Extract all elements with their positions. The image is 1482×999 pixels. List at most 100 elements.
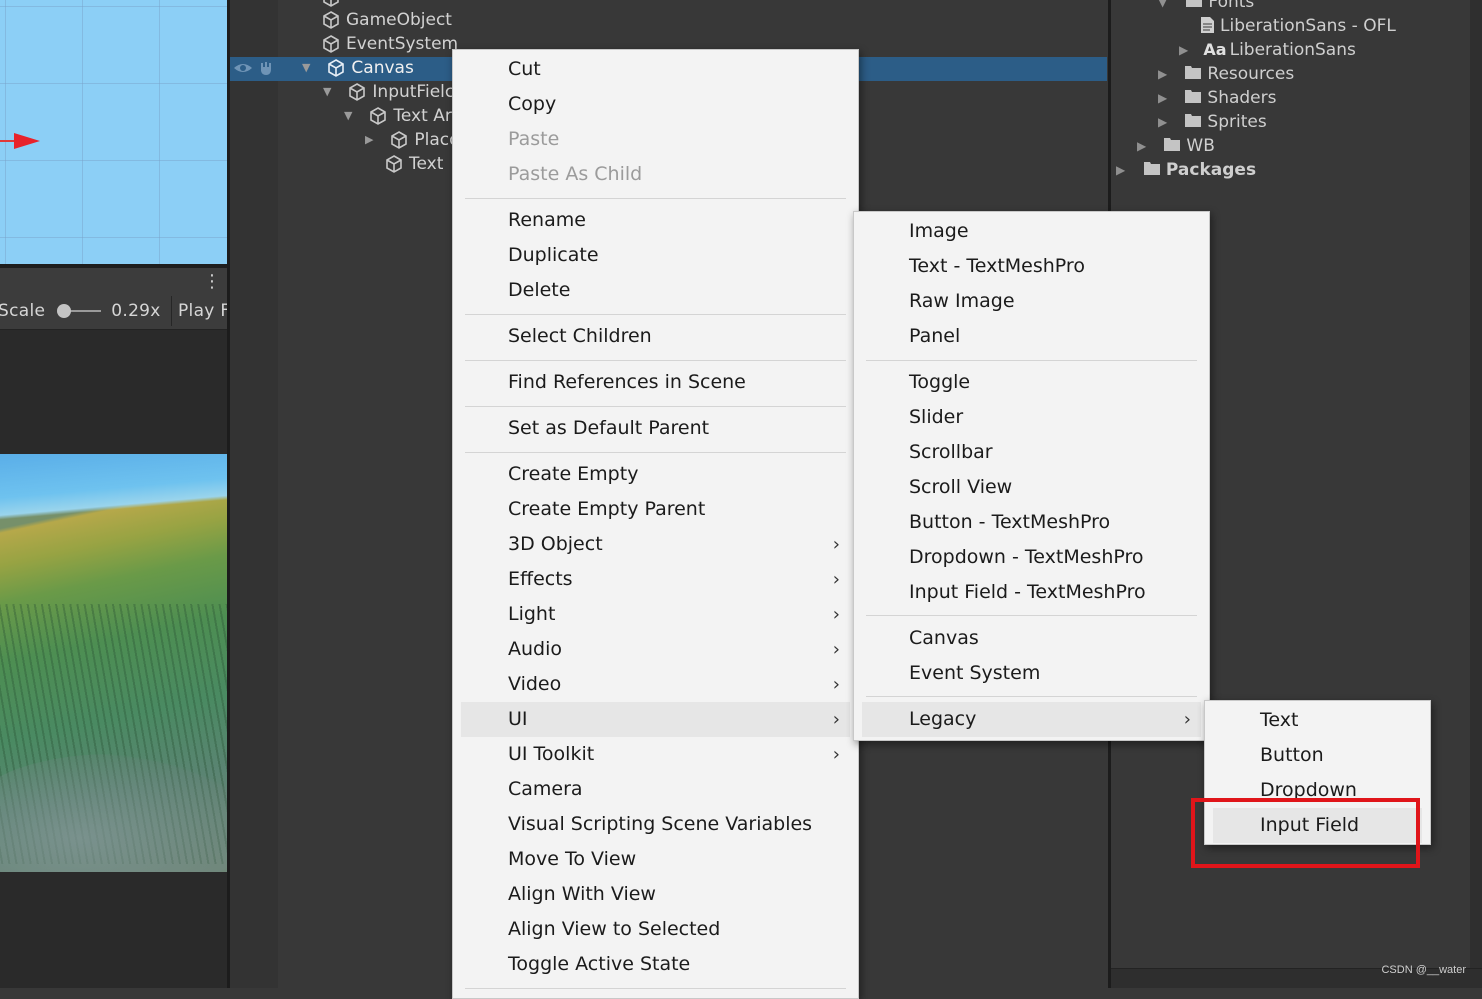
hierarchy-visibility-gutter [230, 0, 278, 988]
submenu-item-legacy[interactable]: Legacy › [862, 702, 1201, 737]
menu-item-toggle-active-state[interactable]: Toggle Active State [461, 947, 850, 982]
hierarchy-row-placeholder[interactable]: ▶ Placo [363, 128, 460, 152]
gameobject-cube-icon [323, 11, 339, 29]
menu-item-label: Audio [508, 638, 563, 660]
expand-arrow-down-icon[interactable]: ▼ [323, 80, 331, 104]
project-row-packages[interactable]: ▶ Packages [1116, 158, 1256, 182]
menu-item-copy[interactable]: Copy [461, 87, 850, 122]
menu-item-delete[interactable]: Delete [461, 273, 850, 308]
hierarchy-row-text-area[interactable]: ▼ Text Ar [342, 104, 452, 128]
move-gizmo-x-arrow-icon[interactable] [0, 132, 44, 150]
project-row-liberationsans[interactable]: ▶ Aa LiberationSans [1179, 38, 1356, 62]
expand-arrow-right-icon[interactable]: ▶ [1158, 110, 1167, 134]
submenu-item-dropdown-textmeshpro[interactable]: Dropdown - TextMeshPro [862, 540, 1201, 575]
terrain-path [0, 754, 227, 872]
submenu-item-text-textmeshpro[interactable]: Text - TextMeshPro [862, 249, 1201, 284]
submenu-item-raw-image[interactable]: Raw Image [862, 284, 1201, 319]
menu-item-align-with-view[interactable]: Align With View [461, 877, 850, 912]
menu-item-light[interactable]: Light › [461, 597, 850, 632]
submenu-item-scroll-view[interactable]: Scroll View [862, 470, 1201, 505]
menu-item-find-references[interactable]: Find References in Scene [461, 365, 850, 400]
menu-item-align-view-to-selected[interactable]: Align View to Selected [461, 912, 850, 947]
project-scrollbar[interactable] [1470, 0, 1482, 968]
menu-item-3d-object[interactable]: 3D Object › [461, 527, 850, 562]
menu-item-audio[interactable]: Audio › [461, 632, 850, 667]
menu-item-cut[interactable]: Cut [461, 52, 850, 87]
menu-separator [465, 314, 846, 315]
more-options-icon[interactable]: ⋮ [203, 272, 221, 292]
menu-item-video[interactable]: Video › [461, 667, 850, 702]
menu-item-set-default-parent[interactable]: Set as Default Parent [461, 411, 850, 446]
font-asset-icon: Aa [1203, 40, 1227, 59]
project-row-liberationsans-ofl[interactable]: LiberationSans - OFL [1200, 14, 1396, 38]
gameobject-cube-icon [386, 155, 402, 173]
menu-item-duplicate[interactable]: Duplicate [461, 238, 850, 273]
menu-item-effects[interactable]: Effects › [461, 562, 850, 597]
expand-arrow-right-icon[interactable]: ▶ [1116, 158, 1125, 182]
menu-item-label: Set as Default Parent [508, 417, 710, 439]
menu-item-label: Find References in Scene [508, 371, 746, 393]
scene-view[interactable] [0, 0, 228, 264]
expand-arrow-right-icon[interactable]: ▶ [1179, 38, 1188, 62]
submenu-item-button-textmeshpro[interactable]: Button - TextMeshPro [862, 505, 1201, 540]
legacy-item-button[interactable]: Button [1213, 738, 1422, 773]
hierarchy-item-label: Canvas [351, 58, 414, 78]
menu-item-select-children[interactable]: Select Children [461, 319, 850, 354]
menu-item-label: Toggle Active State [508, 953, 691, 975]
expand-arrow-down-icon[interactable]: ▼ [344, 104, 352, 128]
hierarchy-row-text[interactable]: Text [384, 152, 443, 176]
hierarchy-item-label: InputFielc [372, 82, 455, 102]
scale-slider-handle[interactable] [57, 304, 72, 318]
submenu-item-image[interactable]: Image [862, 214, 1201, 249]
expand-arrow-right-icon[interactable]: ▶ [1158, 86, 1167, 110]
menu-item-camera[interactable]: Camera [461, 772, 850, 807]
hierarchy-row-gameobject[interactable]: GameObject [321, 8, 452, 32]
submenu-item-slider[interactable]: Slider [862, 400, 1201, 435]
play-focus-dropdown[interactable]: Play F [171, 296, 228, 326]
pickable-hand-icon[interactable] [258, 59, 276, 77]
menu-item-ui[interactable]: UI › [461, 702, 850, 737]
menu-item-label: Image [909, 220, 969, 242]
submenu-item-panel[interactable]: Panel [862, 319, 1201, 354]
hierarchy-row-canvas[interactable]: ▼ Canvas [300, 56, 414, 80]
menu-separator [465, 406, 846, 407]
game-view-letterbox-bottom [0, 872, 227, 988]
menu-item-visual-scripting-scene-variables[interactable]: Visual Scripting Scene Variables [461, 807, 850, 842]
menu-item-label: Raw Image [909, 290, 1015, 312]
submenu-item-scrollbar[interactable]: Scrollbar [862, 435, 1201, 470]
expand-arrow-down-icon[interactable]: ▼ [1158, 0, 1167, 14]
project-row-fonts[interactable]: ▼ Fonts [1158, 0, 1254, 14]
menu-item-move-to-view[interactable]: Move To View [461, 842, 850, 877]
project-row-resources[interactable]: ▶ Resources [1158, 62, 1294, 86]
submenu-item-canvas[interactable]: Canvas [862, 621, 1201, 656]
game-view[interactable] [0, 454, 227, 872]
expand-arrow-right-icon[interactable]: ▶ [1137, 134, 1146, 158]
visibility-eye-icon[interactable] [233, 60, 253, 76]
menu-item-create-empty-parent[interactable]: Create Empty Parent [461, 492, 850, 527]
project-row-shaders[interactable]: ▶ Shaders [1158, 86, 1277, 110]
submenu-item-input-field-textmeshpro[interactable]: Input Field - TextMeshPro [862, 575, 1201, 610]
submenu-item-event-system[interactable]: Event System [862, 656, 1201, 691]
hierarchy-item-label: Text [409, 154, 444, 174]
project-row-wb[interactable]: ▶ WB [1137, 134, 1215, 158]
scale-value: 0.29x [111, 301, 161, 321]
hierarchy-row-inputfield[interactable]: ▼ InputFielc [321, 80, 454, 104]
expand-arrow-right-icon[interactable]: ▶ [1158, 62, 1167, 86]
menu-item-label: Light [508, 603, 556, 625]
project-row-sprites[interactable]: ▶ Sprites [1158, 110, 1267, 134]
legacy-item-text[interactable]: Text [1213, 703, 1422, 738]
expand-arrow-right-icon[interactable]: ▶ [365, 128, 373, 152]
project-item-label: LiberationSans - OFL [1220, 16, 1396, 36]
expand-arrow-down-icon[interactable]: ▼ [302, 56, 310, 80]
watermark: CSDN @__water [1381, 964, 1466, 976]
annotation-highlight-box [1191, 798, 1420, 868]
menu-item-label: Panel [909, 325, 961, 347]
menu-item-create-empty[interactable]: Create Empty [461, 457, 850, 492]
menu-item-label: Align With View [508, 883, 656, 905]
menu-item-ui-toolkit[interactable]: UI Toolkit › [461, 737, 850, 772]
submenu-item-toggle[interactable]: Toggle [862, 365, 1201, 400]
scale-slider[interactable] [57, 303, 102, 319]
hierarchy-row-eventsystem[interactable]: EventSystem [321, 32, 458, 56]
menu-item-rename[interactable]: Rename [461, 203, 850, 238]
menu-item-label: Align View to Selected [508, 918, 721, 940]
